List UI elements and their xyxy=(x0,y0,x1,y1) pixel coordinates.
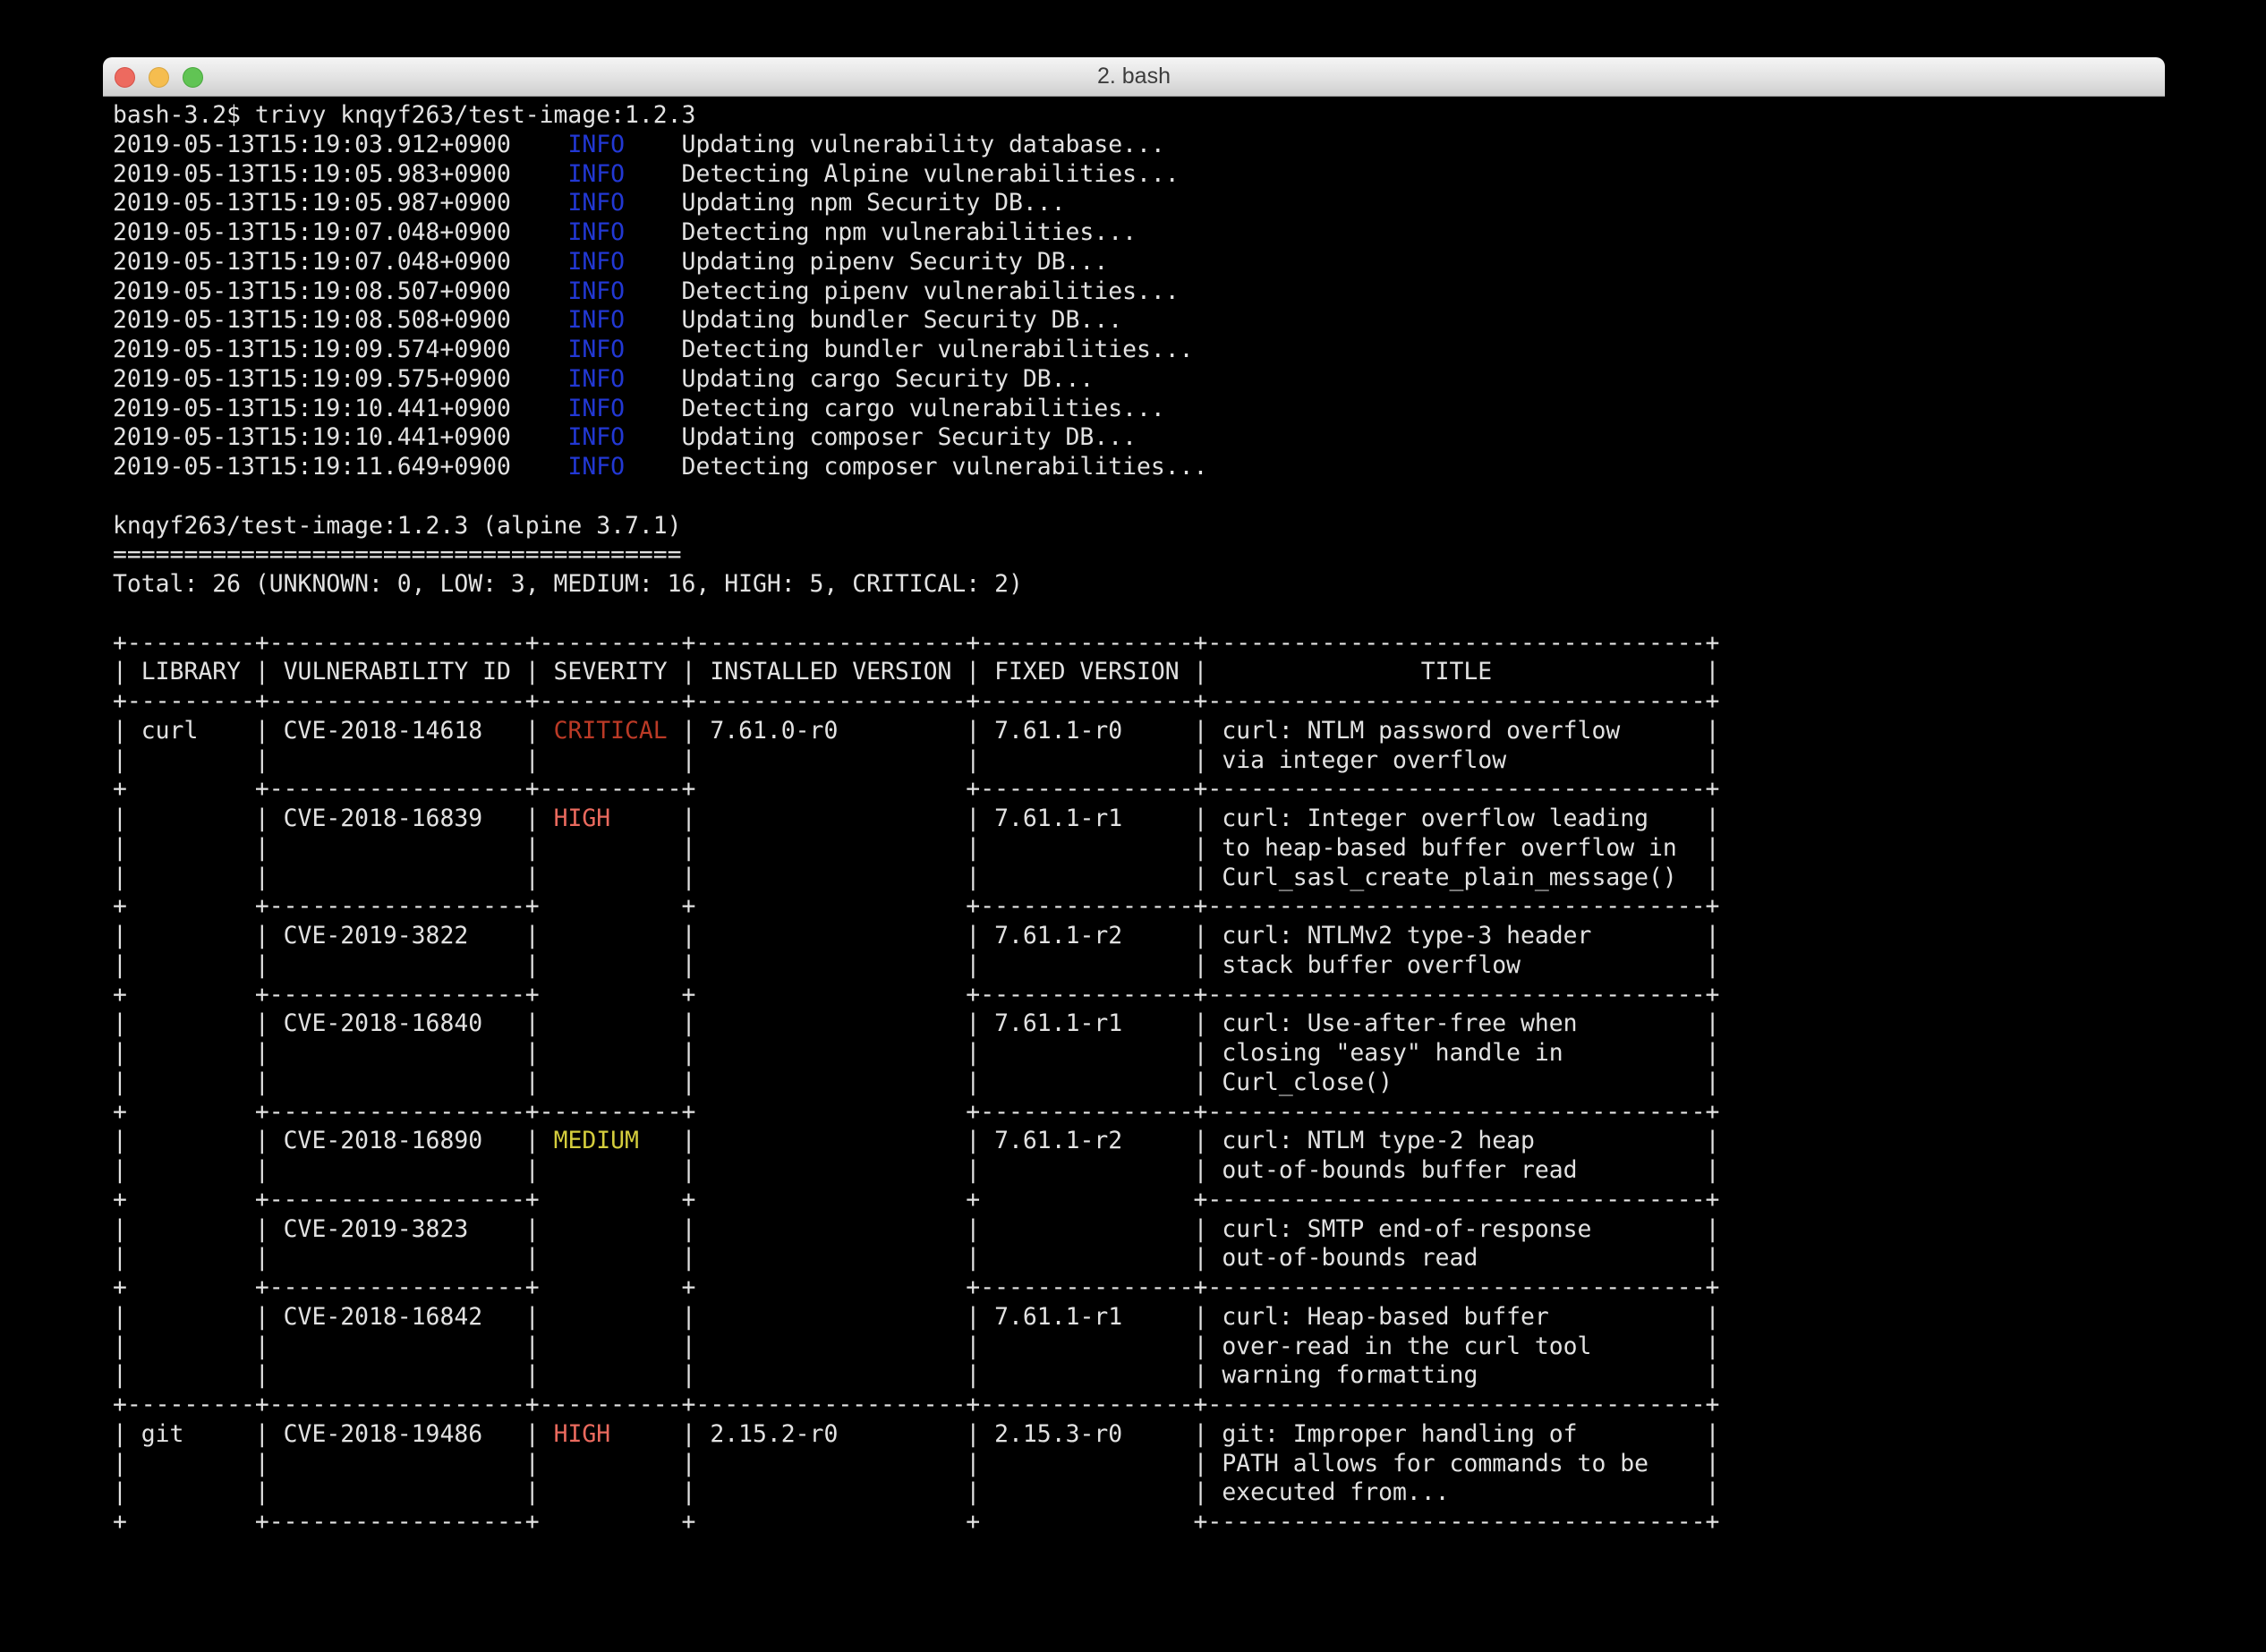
table-border: + +------------------+ + +--------------… xyxy=(113,1273,2165,1303)
window-title: 2. bash xyxy=(103,57,2165,96)
log-level-info: INFO xyxy=(567,160,625,188)
table-row: | | | | | | Curl_sasl_create_plain_messa… xyxy=(113,864,2165,893)
table-border: + +------------------+ + + +------------… xyxy=(113,1508,2165,1537)
prompt-line: bash-3.2$ trivy knqyf263/test-image:1.2.… xyxy=(113,101,2165,131)
table-row: | | CVE-2018-16839 | HIGH | | 7.61.1-r1 … xyxy=(113,805,2165,834)
log-line: 2019-05-13T15:19:11.649+0900 INFO Detect… xyxy=(113,453,2165,482)
log-line: 2019-05-13T15:19:08.508+0900 INFO Updati… xyxy=(113,306,2165,336)
table-row: | | | | | | out-of-bounds buffer read | xyxy=(113,1156,2165,1186)
table-border: +---------+------------------+----------… xyxy=(113,687,2165,717)
table-border: + +------------------+ + +--------------… xyxy=(113,981,2165,1010)
table-row: | | | | | | out-of-bounds read | xyxy=(113,1244,2165,1273)
desktop: { "window": { "title": "2. bash" }, "ter… xyxy=(0,0,2266,1652)
table-header-row: | LIBRARY | VULNERABILITY ID | SEVERITY … xyxy=(113,658,2165,687)
report-target: knqyf263/test-image:1.2.3 (alpine 3.7.1) xyxy=(113,512,2165,541)
severity-label: MEDIUM xyxy=(554,1127,639,1154)
terminal-output: bash-3.2$ trivy knqyf263/test-image:1.2.… xyxy=(113,101,2165,1537)
log-level-info: INFO xyxy=(567,131,625,158)
log-line: 2019-05-13T15:19:08.507+0900 INFO Detect… xyxy=(113,277,2165,307)
table-row: | curl | CVE-2018-14618 | CRITICAL | 7.6… xyxy=(113,717,2165,746)
log-level-info: INFO xyxy=(567,336,625,363)
log-line: 2019-05-13T15:19:09.575+0900 INFO Updati… xyxy=(113,365,2165,395)
table-row: | git | CVE-2018-19486 | HIGH | 2.15.2-r… xyxy=(113,1420,2165,1450)
severity-label: HIGH xyxy=(554,805,611,832)
severity-label: HIGH xyxy=(554,1420,611,1448)
table-border: + +------------------+----------+ +-----… xyxy=(113,1098,2165,1128)
table-border: + +------------------+ + +--------------… xyxy=(113,892,2165,922)
log-line: 2019-05-13T15:19:09.574+0900 INFO Detect… xyxy=(113,336,2165,365)
log-level-info: INFO xyxy=(567,306,625,334)
table-row: | | | | | | warning formatting | xyxy=(113,1361,2165,1391)
log-level-info: INFO xyxy=(567,453,625,481)
report-summary: Total: 26 (UNKNOWN: 0, LOW: 3, MEDIUM: 1… xyxy=(113,570,2165,600)
log-line: 2019-05-13T15:19:07.048+0900 INFO Updati… xyxy=(113,248,2165,277)
table-row: | | | | | | executed from... | xyxy=(113,1478,2165,1508)
log-level-info: INFO xyxy=(567,189,625,217)
log-level-info: INFO xyxy=(567,365,625,393)
table-row: | | CVE-2018-16890 | MEDIUM | | 7.61.1-r… xyxy=(113,1127,2165,1156)
log-line: 2019-05-13T15:19:05.987+0900 INFO Updati… xyxy=(113,189,2165,218)
table-row: | | CVE-2019-3823 | | | | curl: SMTP end… xyxy=(113,1215,2165,1245)
log-level-info: INFO xyxy=(567,395,625,422)
log-line: 2019-05-13T15:19:10.441+0900 INFO Detect… xyxy=(113,395,2165,424)
table-row: | | | | | | stack buffer overflow | xyxy=(113,951,2165,981)
report-underline: ======================================== xyxy=(113,541,2165,570)
title-bar[interactable]: 2. bash xyxy=(103,57,2165,97)
table-row: | | CVE-2019-3822 | | | 7.61.1-r2 | curl… xyxy=(113,922,2165,951)
table-row: | | CVE-2018-16842 | | | 7.61.1-r1 | cur… xyxy=(113,1303,2165,1333)
table-row: | | | | | | closing "easy" handle in | xyxy=(113,1039,2165,1069)
log-line: 2019-05-13T15:19:03.912+0900 INFO Updati… xyxy=(113,131,2165,160)
table-border: + +------------------+ + + +------------… xyxy=(113,1186,2165,1215)
table-row: | | | | | | via integer overflow | xyxy=(113,746,2165,776)
table-border: +---------+------------------+----------… xyxy=(113,629,2165,659)
terminal-window: 2. bash bash-3.2$ trivy knqyf263/test-im… xyxy=(103,57,2165,1598)
table-border: + +------------------+----------+ +-----… xyxy=(113,775,2165,805)
log-line: 2019-05-13T15:19:10.441+0900 INFO Updati… xyxy=(113,423,2165,453)
table-border: +---------+------------------+----------… xyxy=(113,1391,2165,1420)
log-level-info: INFO xyxy=(567,277,625,305)
log-line: 2019-05-13T15:19:07.048+0900 INFO Detect… xyxy=(113,218,2165,248)
terminal-line xyxy=(113,600,2165,629)
log-level-info: INFO xyxy=(567,248,625,276)
table-row: | | | | | | PATH allows for commands to … xyxy=(113,1450,2165,1479)
severity-label: CRITICAL xyxy=(554,717,668,745)
table-row: | | | | | | Curl_close() | xyxy=(113,1069,2165,1098)
log-level-info: INFO xyxy=(567,423,625,451)
table-row: | | CVE-2018-16840 | | | 7.61.1-r1 | cur… xyxy=(113,1009,2165,1039)
table-row: | | | | | | to heap-based buffer overflo… xyxy=(113,834,2165,864)
log-line: 2019-05-13T15:19:05.983+0900 INFO Detect… xyxy=(113,160,2165,190)
terminal-content[interactable]: bash-3.2$ trivy knqyf263/test-image:1.2.… xyxy=(103,96,2165,1598)
log-level-info: INFO xyxy=(567,218,625,246)
table-row: | | | | | | over-read in the curl tool | xyxy=(113,1333,2165,1362)
terminal-line xyxy=(113,482,2165,512)
